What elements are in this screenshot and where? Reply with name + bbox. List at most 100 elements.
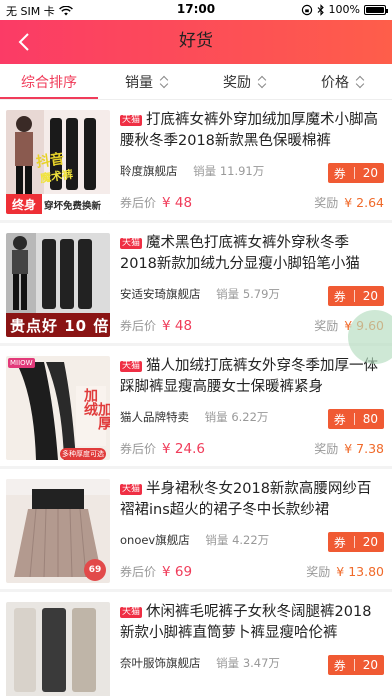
product-image: 69	[6, 479, 110, 583]
reward-label: 奖励	[314, 319, 339, 333]
product-image	[6, 602, 110, 696]
product-title-text: 魔术黑色打底裤女裤外穿秋冬季2018新款加绒九分显瘦小脚铅笔小猫	[120, 235, 360, 272]
product-title: 天猫 猫人加绒打底裤女外穿冬季加厚一体踩脚裤显瘦高腰女士保暖裤紧身	[120, 356, 384, 398]
product-title: 天猫 打底裤女裤外穿加绒加厚魔术小脚高腰秋冬季2018新款黑色保暖棉裤	[120, 110, 384, 152]
price-tag: 69	[84, 559, 106, 581]
tab-reward[interactable]: 奖励	[196, 64, 294, 99]
coupon-badge[interactable]: 券 80	[327, 409, 384, 429]
shop-row: onoev旗舰店 销量 4.22万 券 20	[120, 532, 384, 552]
tab-label: 综合排序	[21, 74, 77, 91]
product-card[interactable]: MIIOW 加绒 加厚 多种厚度可选 天猫 猫人加绒打底裤女外穿冬季加厚一体踩脚裤…	[0, 346, 392, 466]
coupon-badge[interactable]: 券 20	[327, 655, 384, 675]
product-title-text: 打底裤女裤外穿加绒加厚魔术小脚高腰秋冬季2018新款黑色保暖棉裤	[120, 112, 379, 149]
coupon-badge[interactable]: 券 20	[327, 163, 384, 183]
product-info: 天猫 半身裙秋冬女2018新款高腰网纱百褶裙ins超火的裙子冬中长款纱裙 onoe…	[120, 479, 384, 585]
tmall-badge: 天猫	[120, 484, 143, 495]
sales-count: 销量 5.79万	[216, 287, 280, 301]
after-coupon-label: 券后价	[120, 442, 157, 456]
price-row: 券后价 ¥ 69 奖励 ¥ 13.80	[120, 563, 384, 583]
coupon-value: 20	[362, 289, 378, 303]
shop-name[interactable]: 聆度旗舰店	[120, 164, 178, 178]
price-value: ¥ 69	[162, 564, 193, 580]
tmall-badge: 天猫	[120, 115, 143, 126]
tmall-badge: 天猫	[120, 238, 143, 249]
sales-label: 销量	[216, 287, 240, 301]
product-card[interactable]: 69 天猫 半身裙秋冬女2018新款高腰网纱百褶裙ins超火的裙子冬中长款纱裙 o…	[0, 469, 392, 589]
reward-label: 奖励	[314, 196, 339, 210]
product-image: 贵点好 10 倍	[6, 233, 110, 337]
coupon-label: 券	[333, 535, 346, 550]
shop-row: 安适安琦旗舰店 销量 5.79万 券 20	[120, 286, 384, 306]
price-value: ¥ 24.6	[162, 441, 205, 457]
coupon-badge[interactable]: 券 20	[327, 532, 384, 552]
coupon-label: 券	[333, 412, 346, 427]
product-info: 天猫 魔术黑色打底裤女裤外穿秋冬季2018新款加绒九分显瘦小脚铅笔小猫 安适安琦旗…	[120, 233, 384, 339]
product-card[interactable]: 抖音 魔术裤 终身 穿坏免费换新 天猫 打底裤女裤外穿加绒加厚魔术小脚高腰秋冬季2…	[0, 100, 392, 220]
coupon-divider	[353, 659, 355, 671]
battery-level	[366, 6, 384, 13]
price-row: 券后价 ¥ 48 奖励 ¥ 2.64	[120, 194, 384, 214]
coupon-value: 20	[362, 535, 378, 549]
sales-count: 销量 6.22万	[205, 410, 269, 424]
sales-label: 销量	[193, 164, 217, 178]
reward: 奖励 ¥ 7.38	[314, 440, 384, 457]
sales-count: 销量 3.47万	[216, 656, 280, 670]
coupon-badge[interactable]: 券 20	[327, 286, 384, 306]
coupon-label: 券	[333, 166, 346, 181]
coupon-label: 券	[333, 658, 346, 673]
price-row: 券后价¥ 48 奖励¥ 9.60	[120, 317, 384, 337]
reward-label: 奖励	[314, 442, 339, 456]
tmall-badge: 天猫	[120, 361, 143, 372]
product-title-text: 半身裙秋冬女2018新款高腰网纱百褶裙ins超火的裙子冬中长款纱裙	[120, 481, 372, 518]
status-bar: 无 SIM 卡 17:00 100%	[0, 0, 392, 20]
thumb-text: 终身	[6, 194, 42, 214]
coupon-value: 80	[362, 412, 378, 426]
tab-label: 价格	[321, 74, 349, 91]
reward-label: 奖励	[306, 565, 331, 579]
thumb-text: 穿坏免费换新	[44, 201, 102, 212]
sales-value: 11.91万	[219, 164, 265, 178]
brand-logo: MIIOW	[8, 358, 35, 368]
nav-bar: 好货	[0, 20, 392, 64]
tmall-badge: 天猫	[120, 607, 143, 618]
shop-name[interactable]: onoev旗舰店	[120, 533, 190, 547]
product-list: 抖音 魔术裤 终身 穿坏免费换新 天猫 打底裤女裤外穿加绒加厚魔术小脚高腰秋冬季2…	[0, 100, 392, 696]
sort-arrows-icon	[257, 76, 267, 88]
shop-name[interactable]: 奈叶服饰旗舰店	[120, 656, 201, 670]
reward-value: ¥ 7.38	[344, 441, 384, 456]
product-title-text: 猫人加绒打底裤女外穿冬季加厚一体踩脚裤显瘦高腰女士保暖裤紧身	[120, 358, 379, 395]
sales-value: 3.47万	[242, 656, 280, 670]
battery-percent: 100%	[328, 3, 360, 16]
coupon-label: 券	[333, 289, 346, 304]
tab-label: 奖励	[223, 74, 251, 91]
product-info: 天猫 打底裤女裤外穿加绒加厚魔术小脚高腰秋冬季2018新款黑色保暖棉裤 聆度旗舰店…	[120, 110, 384, 216]
sort-tabs: 综合排序 销量 奖励 价格	[0, 64, 392, 100]
tab-comprehensive[interactable]: 综合排序	[0, 64, 98, 99]
product-image: 抖音 魔术裤 终身 穿坏免费换新	[6, 110, 110, 214]
thumb-text: 贵点好 10 倍	[10, 317, 110, 335]
product-title-text: 休闲裤毛呢裤子女秋冬阔腿裤2018新款小脚裤直筒萝卜裤显瘦哈伦裤	[120, 604, 372, 641]
coupon-divider	[353, 413, 355, 425]
price-value: ¥ 48	[162, 195, 193, 211]
thumb-text: 多种厚度可选	[60, 448, 106, 460]
product-title: 天猫 休闲裤毛呢裤子女秋冬阔腿裤2018新款小脚裤直筒萝卜裤显瘦哈伦裤	[120, 602, 384, 644]
coupon-value: 20	[362, 658, 378, 672]
product-title: 天猫 魔术黑色打底裤女裤外穿秋冬季2018新款加绒九分显瘦小脚铅笔小猫	[120, 233, 384, 275]
product-card[interactable]: 天猫 休闲裤毛呢裤子女秋冬阔腿裤2018新款小脚裤直筒萝卜裤显瘦哈伦裤 奈叶服饰旗…	[0, 592, 392, 696]
reward-value: ¥ 13.80	[336, 564, 384, 579]
status-right: 100%	[301, 3, 388, 16]
sales-label: 销量	[205, 533, 229, 547]
product-photo-trousers	[6, 602, 110, 696]
sales-label: 销量	[216, 656, 240, 670]
product-card[interactable]: 贵点好 10 倍 天猫 魔术黑色打底裤女裤外穿秋冬季2018新款加绒九分显瘦小脚铅…	[0, 223, 392, 343]
shop-row: 奈叶服饰旗舰店 销量 3.47万 券 20	[120, 655, 384, 675]
shop-row: 聆度旗舰店 销量 11.91万 券 20	[120, 163, 384, 183]
shop-name[interactable]: 安适安琦旗舰店	[120, 287, 201, 301]
sales-label: 销量	[204, 410, 228, 424]
shop-name[interactable]: 猫人品牌特卖	[120, 410, 189, 424]
price-value: ¥ 48	[162, 318, 193, 334]
tab-price[interactable]: 价格	[294, 64, 392, 99]
sales-value: 4.22万	[232, 533, 270, 547]
price-row: 券后价 ¥ 24.6 奖励 ¥ 7.38	[120, 440, 384, 460]
tab-sales[interactable]: 销量	[98, 64, 196, 99]
